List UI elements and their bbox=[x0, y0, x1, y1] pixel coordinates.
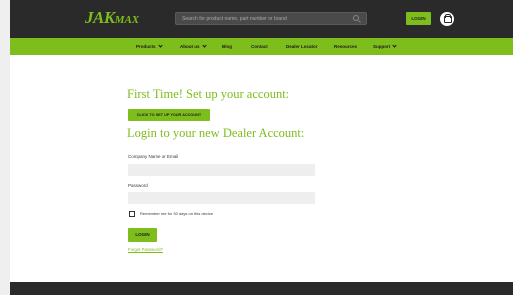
chevron-down-icon bbox=[392, 43, 397, 48]
nav-item-label: Contact bbox=[251, 44, 268, 49]
forgot-password-link[interactable]: Forgot Password? bbox=[128, 247, 163, 252]
remember-label: Remember me for 30 days on this device bbox=[140, 211, 213, 216]
cart-icon[interactable] bbox=[440, 12, 454, 26]
nav-item-blog[interactable]: Blog bbox=[222, 38, 232, 55]
nav-item-dealer-locator[interactable]: Dealer Locator bbox=[286, 38, 318, 55]
nav-item-products[interactable]: Products bbox=[136, 38, 163, 55]
password-label: Password bbox=[128, 183, 148, 188]
nav-item-support[interactable]: Support bbox=[373, 38, 397, 55]
company-label: Company Name or Email bbox=[128, 154, 179, 159]
nav-item-label: Resources bbox=[334, 44, 358, 49]
nav-item-label: About us bbox=[180, 44, 200, 49]
setup-account-button[interactable]: CLICK TO SET UP YOUR ACCOUNT bbox=[128, 109, 210, 121]
logo-main: JAK bbox=[85, 8, 115, 27]
remember-checkbox[interactable] bbox=[129, 211, 135, 217]
header-login-button[interactable]: LOGIN bbox=[406, 12, 431, 25]
main-nav: Products About us Blog Contact Dealer Lo… bbox=[10, 38, 513, 55]
search-input[interactable] bbox=[175, 12, 367, 25]
nav-item-label: Support bbox=[373, 44, 391, 49]
chevron-down-icon bbox=[201, 43, 207, 48]
login-button[interactable]: LOGIN bbox=[128, 228, 157, 242]
password-field[interactable] bbox=[128, 192, 315, 204]
nav-item-label: Blog bbox=[222, 44, 232, 49]
top-header: JAKMAX LOGIN bbox=[10, 0, 513, 38]
company-field[interactable] bbox=[128, 164, 315, 176]
login-heading: Login to your new Dealer Account: bbox=[127, 126, 305, 140]
chevron-down-icon bbox=[157, 43, 163, 48]
nav-item-label: Products bbox=[136, 44, 156, 49]
page: JAKMAX LOGIN Products About us Blog Cont… bbox=[10, 0, 513, 295]
setup-heading: First Time! Set up your account: bbox=[127, 87, 290, 101]
nav-item-about-us[interactable]: About us bbox=[180, 38, 207, 55]
nav-item-contact[interactable]: Contact bbox=[251, 38, 268, 55]
search-icon[interactable] bbox=[353, 15, 359, 21]
logo[interactable]: JAKMAX bbox=[85, 8, 139, 30]
footer bbox=[10, 282, 513, 295]
nav-item-resources[interactable]: Resources bbox=[334, 38, 357, 55]
logo-small: MAX bbox=[114, 14, 140, 26]
nav-item-label: Dealer Locator bbox=[286, 44, 318, 49]
